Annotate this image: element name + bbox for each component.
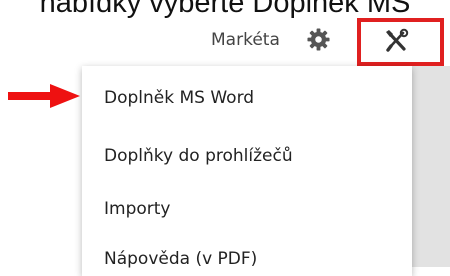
menu-item-imports[interactable]: Importy bbox=[104, 197, 170, 221]
page-background-strip bbox=[412, 66, 450, 267]
menu-item-browser-addons[interactable]: Doplňky do prohlížečů bbox=[104, 144, 293, 168]
menu-item-help-pdf[interactable]: Nápověda (v PDF) bbox=[104, 247, 257, 271]
tools-icon[interactable] bbox=[384, 28, 410, 54]
tools-dropdown-menu: Doplněk MS Word Doplňky do prohlížečů Im… bbox=[82, 66, 412, 276]
pointer-arrow-icon bbox=[8, 84, 80, 108]
tutorial-caption: nabídky vyberte Doplněk MS bbox=[39, 0, 411, 19]
gear-icon[interactable] bbox=[307, 28, 330, 51]
menu-item-ms-word-addin[interactable]: Doplněk MS Word bbox=[104, 86, 254, 110]
user-name[interactable]: Markéta bbox=[211, 28, 280, 52]
